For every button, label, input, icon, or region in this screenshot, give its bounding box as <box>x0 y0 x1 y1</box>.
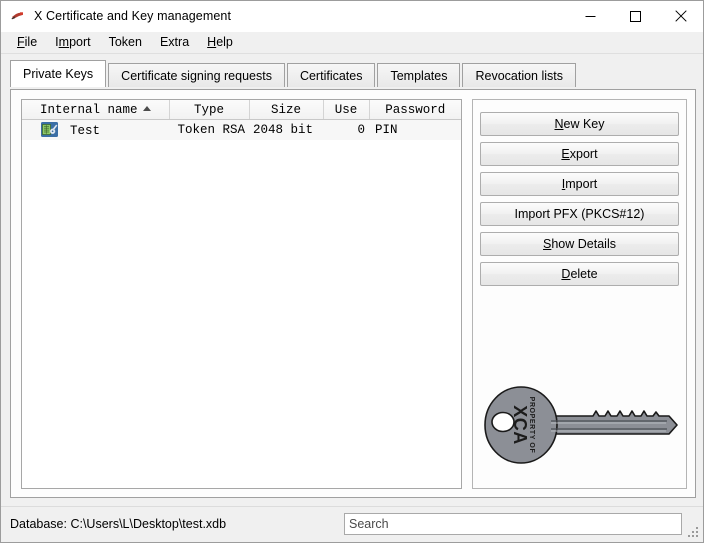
tab-private-keys[interactable]: Private Keys <box>10 60 107 87</box>
key-list-table[interactable]: Internal name Type Size Use Password Tes… <box>21 99 462 489</box>
token-key-icon <box>41 122 58 137</box>
cell-type: Token RSA <box>177 123 245 137</box>
menu-item-extra[interactable]: Extra <box>151 34 198 51</box>
cell-password: PIN <box>375 123 398 137</box>
maximize-button[interactable] <box>613 1 658 31</box>
cell-use: 0 <box>357 123 365 137</box>
key-actions-panel: New Key Export Import Import PFX (PKCS#1… <box>472 99 687 489</box>
triangle-up-icon <box>142 105 151 111</box>
menu-item-file[interactable]: File <box>8 34 46 51</box>
close-button[interactable] <box>658 1 703 31</box>
import-button[interactable]: Import <box>480 172 679 196</box>
column-header-use[interactable]: Use <box>323 100 370 120</box>
cell-size: 2048 bit <box>253 123 314 137</box>
resize-grip[interactable] <box>687 526 700 539</box>
menu-item-help[interactable]: Help <box>198 34 242 51</box>
minimize-button[interactable] <box>568 1 613 31</box>
column-header-type[interactable]: Type <box>169 100 250 120</box>
key-engraving-large: XCA <box>510 405 530 445</box>
table-header-row: Internal name Type Size Use Password <box>22 100 461 120</box>
delete-button[interactable]: Delete <box>480 262 679 286</box>
menu-item-token[interactable]: Token <box>100 34 151 51</box>
column-header-size[interactable]: Size <box>249 100 324 120</box>
new-key-button[interactable]: New Key <box>480 112 679 136</box>
window-title: X Certificate and Key management <box>34 9 232 23</box>
column-header-password[interactable]: Password <box>369 100 461 120</box>
tab-certificate-signing-requests[interactable]: Certificate signing requests <box>108 63 285 87</box>
cell-internal-name: Test <box>22 120 169 141</box>
title-bar: X Certificate and Key management <box>1 1 703 32</box>
search-input[interactable] <box>344 513 682 535</box>
menu-bar: File Import Token Extra Help <box>1 32 703 54</box>
xca-key-illustration: PROPERTY OF XCA <box>481 378 679 478</box>
window-controls <box>568 1 703 31</box>
tab-certificates[interactable]: Certificates <box>286 63 376 87</box>
tab-templates[interactable]: Templates <box>377 63 461 87</box>
column-header-internal-name[interactable]: Internal name <box>22 100 170 120</box>
status-bar: Database: C:\Users\L\Desktop\test.xdb <box>1 506 703 542</box>
import-pfx-button[interactable]: Import PFX (PKCS#12) <box>480 202 679 226</box>
tab-strip: Private Keys Certificate signing request… <box>10 60 703 87</box>
export-button[interactable]: Export <box>480 142 679 166</box>
xca-app-icon <box>10 8 26 24</box>
application-window: X Certificate and Key management File Im… <box>0 0 704 543</box>
private-keys-panel: Internal name Type Size Use Password Tes… <box>10 89 696 498</box>
table-row[interactable]: Test Token RSA 2048 bit 0 PIN <box>22 119 461 141</box>
show-details-button[interactable]: Show Details <box>480 232 679 256</box>
database-path-label: Database: C:\Users\L\Desktop\test.xdb <box>10 517 227 531</box>
tab-revocation-lists[interactable]: Revocation lists <box>462 63 577 87</box>
menu-item-import[interactable]: Import <box>46 34 99 51</box>
internal-name-value: Test <box>70 124 101 138</box>
